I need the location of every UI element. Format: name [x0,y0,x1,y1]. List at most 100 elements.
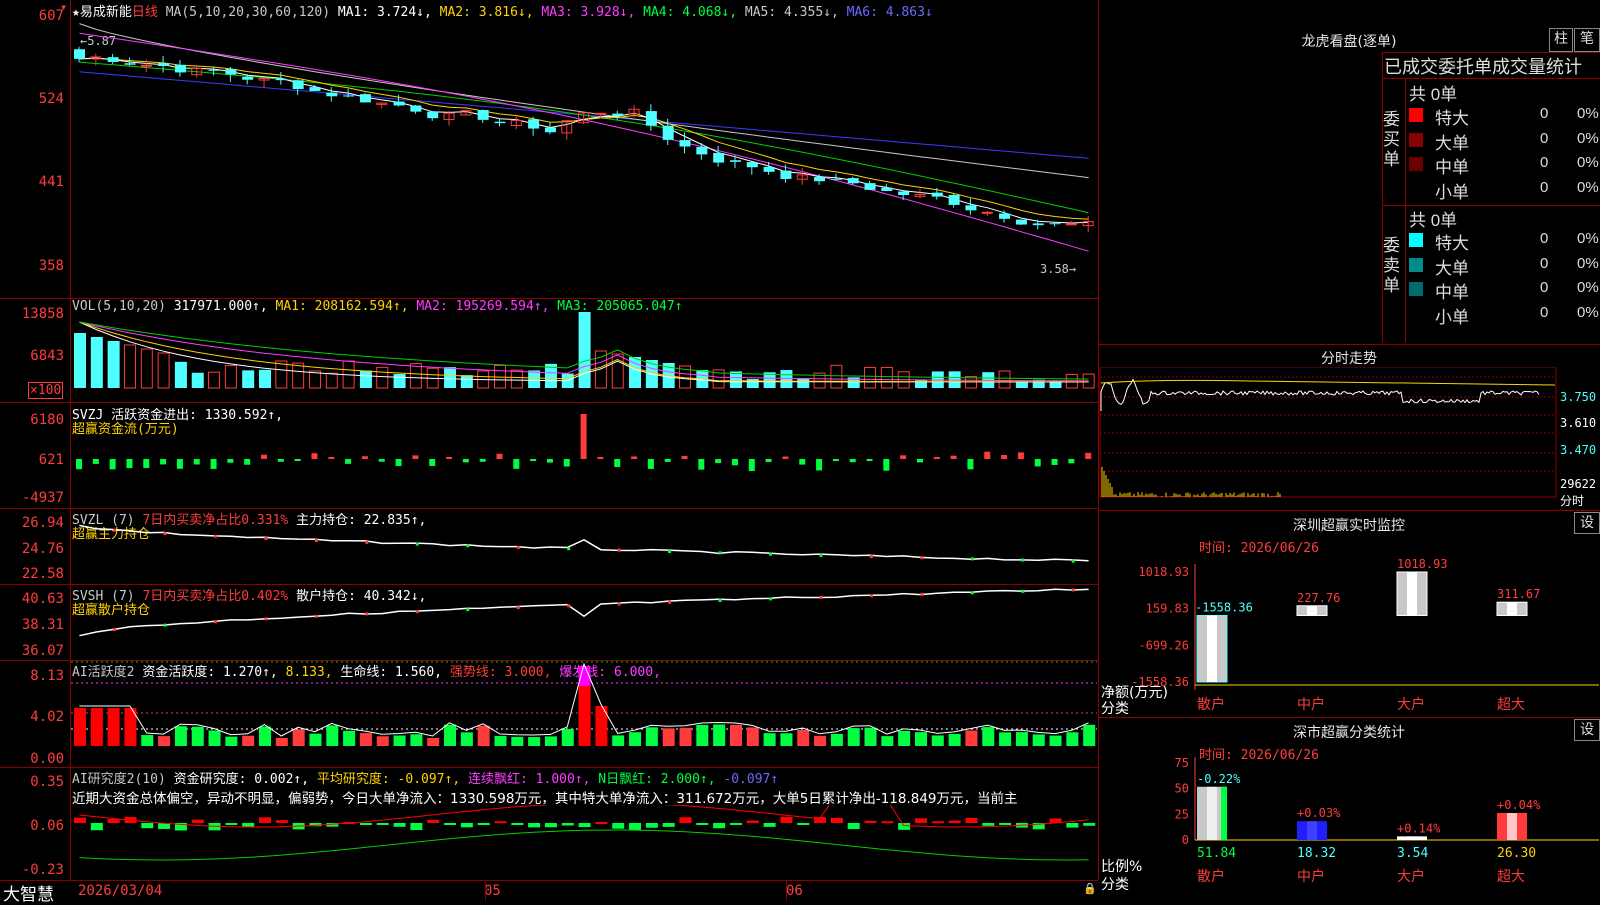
fund-flow-bar [210,459,217,469]
order-count: 0 [1540,129,1549,147]
candle-body [494,121,506,124]
buy-side-label: 委买单 [1383,110,1400,170]
fund-flow-bar [597,457,604,459]
volume-chart[interactable] [71,312,1097,400]
candle-body [242,76,254,80]
activity-bar [847,728,860,746]
dragon-tiger-title: 龙虎看盘(逐单) [1301,34,1397,50]
buy-total: 共 0单 [1409,85,1458,104]
svzl-chart[interactable] [71,509,1097,583]
order-stat-row: 特大 0 0% [1409,229,1599,253]
intraday-avg-line [1100,379,1556,386]
hold-marker [213,620,217,624]
ai-active-chart[interactable] [71,661,1097,767]
change-label: +0.14% [1397,821,1441,835]
activity-bar [999,732,1012,746]
volume-bar [174,361,187,388]
hold-marker [567,604,571,608]
net-amount-bar-chart[interactable]: 1018.93 159.83 -699.26 -1558.36 -1558.36 散户 22… [1099,552,1600,716]
x-axis-bar [0,880,1098,901]
candle-body [528,119,540,129]
fund-flow-bar [496,453,503,459]
svsh-chart[interactable] [71,585,1097,660]
lock-icon[interactable]: 🔒 [1083,882,1097,895]
intraday-chart[interactable] [1099,367,1600,510]
research-bar [713,823,726,829]
hold-marker [668,600,672,604]
volume-bar [123,344,136,389]
fund-flow-bar [1068,459,1075,464]
color-swatch [1409,108,1423,122]
candle-body [410,105,422,112]
candle-body [612,113,624,116]
research-bar [847,823,860,830]
order-size-label: 特大 [1435,109,1469,128]
ma-line [79,23,1089,179]
candle-body [140,64,152,67]
activity-bar [343,730,356,746]
ratio-bar-chart[interactable]: 75 50 25 0 -0.22% 51.84 散户 +0.03% 18.32 中户 +0.14% 3… [1099,757,1600,900]
candle-body [999,213,1011,219]
candle-body [1049,223,1061,225]
hold-marker [819,553,823,557]
hold-marker [516,545,520,549]
activity-bar [578,686,591,746]
research-bar [259,817,272,823]
activity-bar [797,730,810,746]
category-label: 超大 [1497,697,1525,713]
sell-total: 共 0单 [1409,211,1458,230]
volume-bar [376,366,389,389]
category-label: 超大 [1497,869,1525,885]
candlestick-chart[interactable] [71,14,1097,297]
activity-bar [948,733,961,746]
hold-marker [264,617,268,621]
x-grid [485,880,486,900]
order-count: 0 [1540,230,1549,247]
y-tick: 25 [1175,807,1189,821]
hold-marker [718,599,722,603]
candle-body [780,170,792,179]
activity-bar [864,727,877,746]
fund-flow-bar [378,459,385,462]
research-bar [780,816,793,823]
intraday-title: 分时走势 [1321,351,1377,367]
bar-mode-button[interactable]: 柱 [1549,28,1573,52]
hold-marker [970,557,974,561]
activity-bar [881,736,894,746]
candle-body [662,125,674,140]
candle-body [309,87,321,91]
volume-bar [797,378,810,388]
y-tick: 621 [38,452,64,468]
y-tick: 6180 [30,412,64,428]
candle-body [74,49,85,59]
hold-marker [920,556,924,560]
activity-bar [359,733,372,746]
order-stat-row: 小单 0 0% [1409,178,1599,202]
fund-flow-bar [361,456,368,459]
hold-marker [365,612,369,616]
activity-bar [1032,734,1045,746]
classify-settings-button[interactable]: 设 [1574,719,1600,741]
research-bar [931,821,944,824]
volume-unit-button[interactable]: ×100 [28,382,64,399]
classify-title: 深市超赢分类统计 [1293,725,1405,741]
hold-marker [163,623,167,627]
activity-bar [410,734,423,746]
candle-body [174,64,186,73]
hold-line [79,524,1089,562]
activity-bar [141,735,154,746]
activity-bar [679,727,692,746]
hold-marker [1071,588,1075,592]
svzj-chart[interactable] [71,403,1097,507]
candle-body [763,166,775,172]
stroke-mode-button[interactable]: 笔 [1574,28,1600,52]
main-chart-area[interactable]: ★易成新能日线 MA(5,10,20,30,60,120) MA1: 3.724… [0,0,1100,905]
activity-bar [259,726,272,746]
hold-marker [819,595,823,599]
hold-marker [415,610,419,614]
monitor-settings-button[interactable]: 设 [1574,512,1600,534]
research-bar [696,823,709,825]
ai-research-chart[interactable] [71,805,1097,880]
research-bar [74,817,86,823]
volume-bar [880,366,893,389]
